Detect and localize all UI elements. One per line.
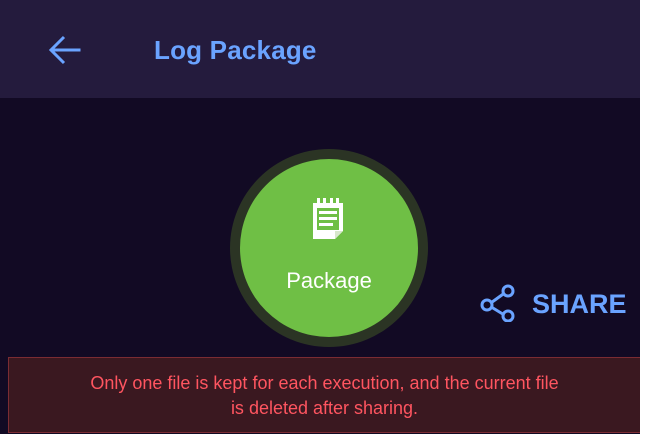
notice-line-1: Only one file is kept for each execution… [90,373,559,393]
arrow-left-icon [48,35,81,65]
package-button-face: Package [240,159,418,337]
package-button-label: Package [286,268,372,293]
notice-line-2: is deleted after sharing. [230,398,419,418]
notepad-icon [313,198,343,239]
page-title: Log Package [154,35,317,65]
package-button[interactable]: Package [230,149,428,347]
back-button[interactable] [44,30,84,70]
warning-notice: Only one file is kept for each execution… [8,357,640,433]
app-screen: Log Package Package SHARE Only one file … [0,0,640,434]
top-app-bar: Log Package [0,0,640,98]
main-content: Package SHARE [0,98,640,357]
share-icon [480,284,515,322]
share-button-label: SHARE [532,289,627,319]
share-button[interactable]: SHARE [478,282,640,322]
